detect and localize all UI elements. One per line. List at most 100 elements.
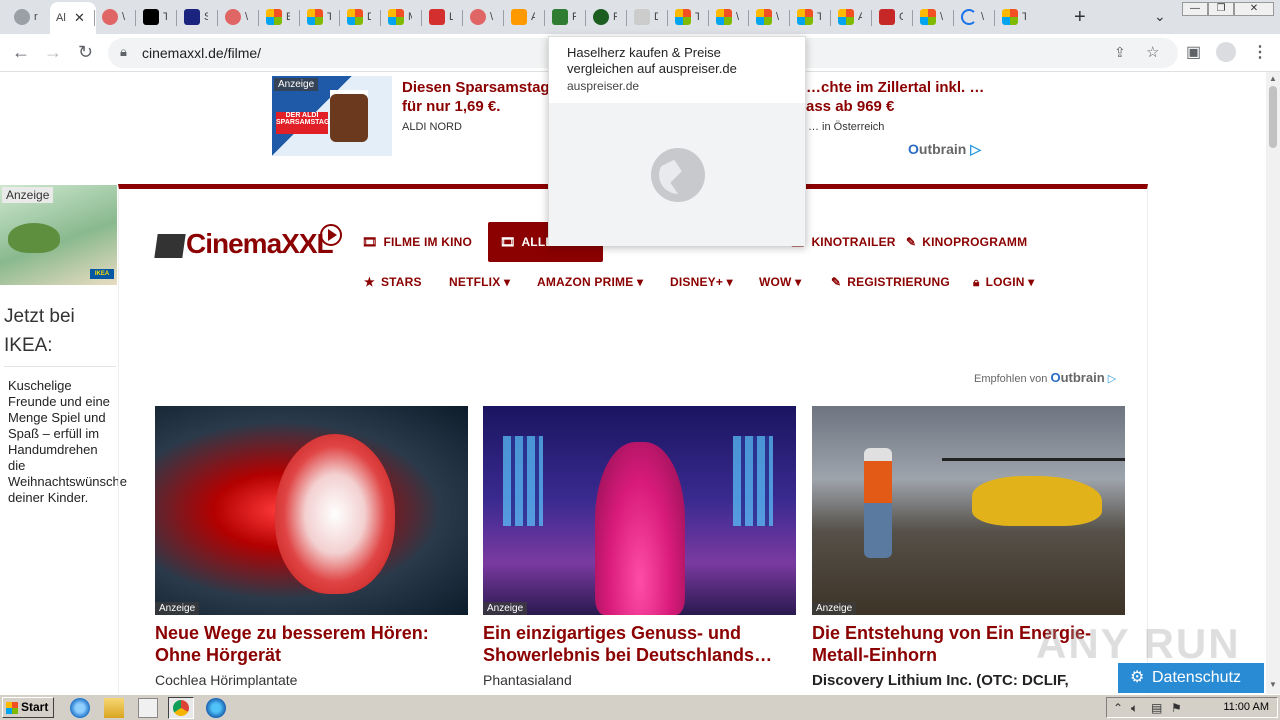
flag-icon[interactable]: ⚑ [1171,701,1182,715]
browser-tab[interactable]: L [423,4,453,30]
browser-tab[interactable]: T [791,4,821,30]
browser-tab[interactable]: E [260,4,290,30]
browser-tab[interactable]: \ [914,4,944,30]
reload-icon[interactable]: ↻ [78,42,93,63]
browser-tab[interactable]: S [178,4,208,30]
forward-arrow-icon[interactable]: → [44,42,62,63]
globe-icon [651,148,705,202]
tab-title: D [654,11,658,23]
lock-icon[interactable]: 🔒︎ [120,44,127,60]
start-button[interactable]: Start [2,697,54,718]
browser-tab[interactable]: D [341,4,371,30]
tray-arrow-icon[interactable]: ⌃ [1113,701,1123,715]
stage-window [733,436,773,526]
nav-filme-im-kino[interactable]: 🎞︎ FILME IM KINO [362,235,472,249]
site-logo[interactable]: CinemaXXL [186,228,334,260]
outbrain-arrow-icon: ▷ [1107,373,1117,385]
nav-amazon-prime[interactable]: AMAZON PRIME ▾ [537,275,643,289]
ikea-ad-image[interactable]: IKEA Anzeige [0,185,117,285]
close-window-button[interactable]: ✕ [1234,2,1274,16]
nav-login[interactable]: 🔒︎ LOGIN ▾ [973,275,1034,290]
ear-graphic [275,434,395,594]
browser-tab[interactable]: \ [710,4,740,30]
browser-tab[interactable]: \ [955,4,985,30]
scroll-up-icon[interactable]: ▲ [1269,74,1277,83]
card-title[interactable]: Neue Wege zu besserem Hören: Ohne Hörger… [155,622,475,666]
tab-separator [94,10,95,26]
browser-tab[interactable]: A [505,4,535,30]
card-image[interactable]: Anzeige [812,406,1125,615]
tab-title: T [695,11,699,23]
url-text[interactable]: cinemaxxl.de/filme/ [142,45,261,61]
aldi-ad-image[interactable]: DER ALDI SPARSAMSTAG Anzeige [272,76,392,156]
browser-tab[interactable]: \ [219,4,249,30]
close-tab-icon[interactable]: ✕ [74,10,85,26]
browser-tab[interactable]: F [546,4,576,30]
microsoft-icon [716,9,732,25]
bookmark-star-icon[interactable]: ☆ [1146,43,1159,61]
card-source[interactable]: Discovery Lithium Inc. (OTC: DCLIF, [812,672,1069,689]
tab-search-button[interactable]: ⌄ [1154,8,1166,25]
ad-source[interactable]: … in Österreich [808,121,884,133]
tab-title: T [327,11,331,23]
page-scrollbar[interactable]: ▲ ▼ [1266,72,1280,694]
side-panel-icon[interactable]: ▣ [1186,42,1201,62]
nav-stars[interactable]: ★ STARS [364,275,422,289]
card-source[interactable]: Phantasialand [483,672,572,688]
volume-icon[interactable]: 🔈︎ [1131,701,1138,716]
ikea-ad-text[interactable]: Kuschelige Freunde und eine Menge Spiel … [8,378,127,506]
browser-tab[interactable]: M [382,4,412,30]
ad-source[interactable]: ALDI NORD [402,121,462,133]
card-title[interactable]: Ein einzigartiges Genuss- und Showerlebn… [483,622,803,666]
ie-icon[interactable] [70,698,90,718]
network-icon[interactable]: ▤ [1151,701,1162,715]
ikea-ad-heading[interactable]: Jetzt bei IKEA: [4,302,114,360]
nav-netflix[interactable]: NETFLIX ▾ [449,275,510,289]
nav-registrierung[interactable]: ✎ REGISTRIERUNG [831,275,950,289]
maximize-button[interactable]: ❐ [1208,2,1234,16]
tab-separator [953,10,954,26]
edge-icon[interactable] [206,698,226,718]
media-player-icon[interactable] [138,698,158,718]
share-icon[interactable]: ⇪ [1114,44,1126,61]
folder-icon[interactable] [104,698,124,718]
browser-tab[interactable]: \ [750,4,780,30]
card-image[interactable]: Anzeige [155,406,468,615]
back-arrow-icon[interactable]: ← [12,42,30,63]
outbrain-recommended[interactable]: Empfohlen von Outbrain ▷ [974,370,1116,385]
browser-tab[interactable]: \ [96,4,126,30]
browser-tab[interactable]: D [628,4,658,30]
card-source[interactable]: Cochlea Hörimplantate [155,672,297,688]
nav-kinoprogramm[interactable]: ✎ KINOPROGRAMM [906,235,1027,249]
ad-title[interactable]: …chte im Zillertal inkl. …ass ab 969 € [806,78,986,116]
clapperboard-icon [154,234,186,258]
nav-disney[interactable]: DISNEY+ ▾ [670,275,733,289]
scroll-down-icon[interactable]: ▼ [1269,680,1277,689]
tab-first[interactable]: r [8,4,38,30]
nav-wow[interactable]: WOW ▾ [759,275,801,289]
browser-tab[interactable]: C [873,4,903,30]
tab-active[interactable]: Al ✕ [50,2,96,34]
card-image[interactable]: Anzeige [483,406,796,615]
new-tab-button[interactable]: + [1074,6,1086,29]
browser-tab[interactable]: T [301,4,331,30]
minimize-button[interactable]: — [1182,2,1208,16]
system-tray: ⌃ 🔈︎ ▤ ⚑ 11:00 AM [1106,697,1278,718]
chrome-taskbar-button[interactable] [168,697,194,719]
datenschutz-button[interactable]: ⚙ Datenschutz [1118,663,1264,693]
outbrain-logo[interactable]: Outbrain ▷ [908,141,981,158]
browser-tab[interactable]: T [137,4,167,30]
browser-tab[interactable]: \ [464,4,494,30]
browser-tab[interactable]: T [996,4,1026,30]
microsoft-icon [1002,9,1018,25]
scrollbar-thumb[interactable] [1269,86,1277,148]
browser-tab[interactable]: T [669,4,699,30]
menu-dots-icon[interactable]: ⋮ [1252,42,1268,62]
browser-tab[interactable]: F [587,4,617,30]
profile-avatar-icon[interactable] [1216,42,1236,62]
clock: 11:00 AM [1223,701,1269,713]
tab-separator [135,10,136,26]
ad-title[interactable]: Diesen Sparsamstag für nur 1,69 €. [402,78,550,116]
browser-tab[interactable]: A [832,4,862,30]
lock-icon: 🔒︎ [973,275,980,289]
